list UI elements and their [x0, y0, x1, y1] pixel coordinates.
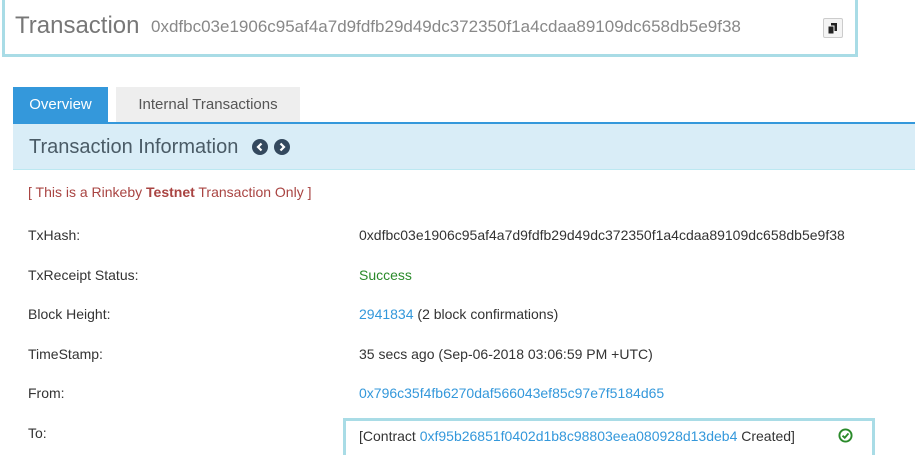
section-header: Transaction Information	[13, 124, 915, 170]
transaction-title-box: Transaction 0xdfbc03e1906c95af4a7d9fdfb2…	[2, 0, 858, 57]
testnet-notice-prefix: [ This is a Rinkeby	[28, 184, 147, 200]
check-circle-icon	[838, 428, 853, 443]
txhash-value: 0xdfbc03e1906c95af4a7d9fdfb29d49dc372350…	[359, 227, 845, 243]
chevron-right-circle-icon[interactable]	[274, 139, 290, 155]
testnet-notice: [ This is a Rinkeby Testnet Transaction …	[28, 184, 311, 200]
tab-overview[interactable]: Overview	[13, 87, 108, 123]
to-suffix: Created]	[737, 428, 795, 444]
from-label: From:	[28, 385, 65, 401]
status-label: TxReceipt Status:	[28, 267, 139, 283]
block-confirmations: (2 block confirmations)	[413, 306, 559, 322]
block-height-label: Block Height:	[28, 306, 111, 322]
chevron-left-circle-icon[interactable]	[252, 139, 268, 155]
timestamp-label: TimeStamp:	[28, 346, 103, 362]
testnet-notice-bold: Testnet	[146, 184, 195, 200]
txhash-label: TxHash:	[28, 227, 81, 243]
contract-address-link[interactable]: 0xf95b26851f0402d1b8c98803eea080928d13de…	[420, 428, 738, 444]
to-value: [Contract 0xf95b26851f0402d1b8c98803eea0…	[359, 428, 795, 444]
testnet-notice-suffix: Transaction Only ]	[194, 184, 312, 200]
tab-internal-transactions[interactable]: Internal Transactions	[116, 87, 300, 123]
section-title: Transaction Information	[29, 136, 239, 158]
status-value: Success	[359, 267, 412, 283]
timestamp-value: 35 secs ago (Sep-06-2018 03:06:59 PM +UT…	[359, 346, 653, 362]
block-height-value: 2941834 (2 block confirmations)	[359, 306, 558, 322]
to-label: To:	[28, 425, 47, 441]
page-title: Transaction	[15, 12, 140, 39]
copy-icon	[827, 23, 837, 35]
to-prefix: [Contract	[359, 428, 420, 444]
transaction-hash-title: 0xdfbc03e1906c95af4a7d9fdfb29d49dc372350…	[151, 17, 741, 36]
block-height-link[interactable]: 2941834	[359, 306, 414, 322]
copy-button[interactable]	[823, 18, 843, 38]
from-address-link[interactable]: 0x796c35f4fb6270daf566043ef85c97e7f5184d…	[359, 385, 664, 401]
